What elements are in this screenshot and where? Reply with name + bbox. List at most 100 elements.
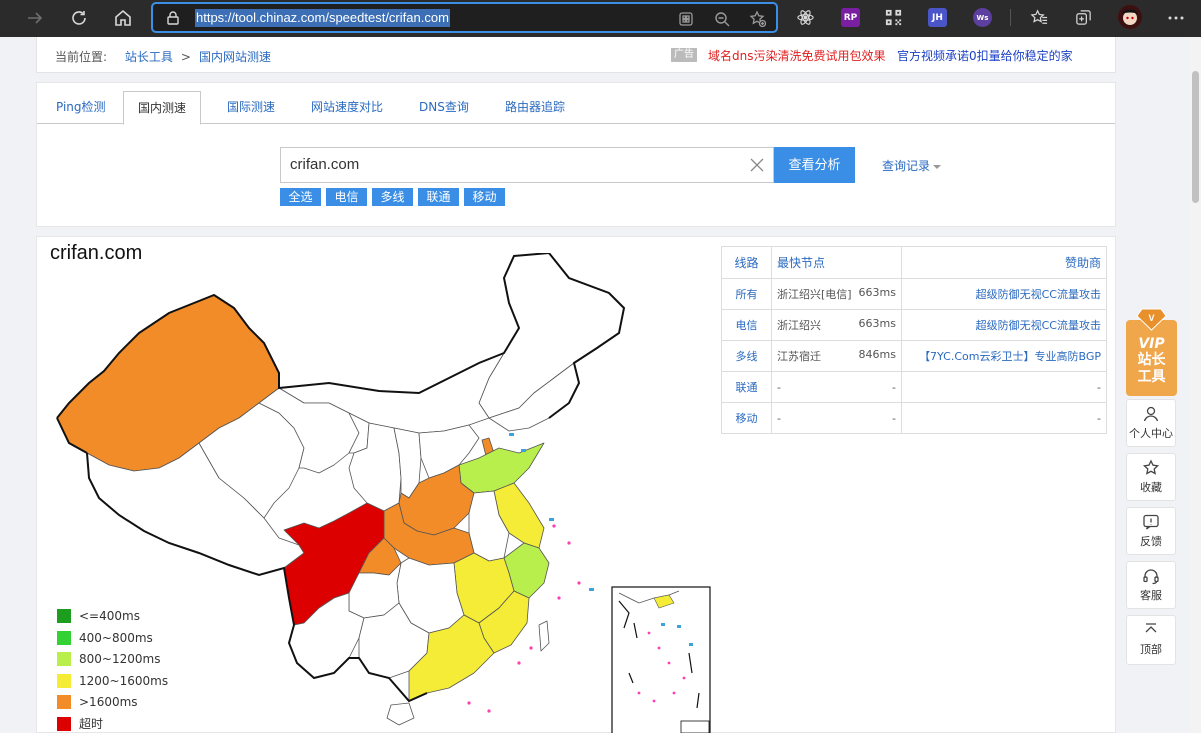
row-node: -- [771, 371, 902, 403]
reload-icon[interactable] [68, 7, 90, 29]
node-name: 浙江绍兴 [777, 319, 821, 332]
node-ms: - [892, 411, 896, 425]
breadcrumb-home-link[interactable]: 站长工具 [125, 50, 173, 64]
legend-swatch [57, 609, 71, 623]
table-row: 联通 -- - [721, 371, 1107, 403]
row-line[interactable]: 移动 [721, 402, 772, 434]
legend-item: 1200~1600ms [57, 673, 169, 696]
collections-icon[interactable] [1074, 8, 1093, 27]
tab-traceroute[interactable]: 路由器追踪 [491, 91, 579, 124]
vip-letter: V [1148, 313, 1154, 323]
rp-extension-icon[interactable]: RP [841, 8, 860, 27]
chip-select-all[interactable]: 全选 [280, 188, 321, 206]
row-sponsor: - [901, 402, 1107, 434]
zoom-out-icon[interactable] [713, 10, 731, 28]
speedtest-tool-panel: Ping检测 国内测速 国际测速 网站速度对比 DNS查询 路由器追踪 crif… [36, 82, 1116, 227]
breadcrumb-prefix: 当前位置: [55, 50, 108, 64]
row-sponsor-link[interactable]: 【7YC.Com云彩卫士】专业高防BGP [901, 340, 1107, 372]
tab-dns-query[interactable]: DNS查询 [405, 91, 483, 124]
chip-mobile[interactable]: 移动 [464, 188, 505, 206]
fastest-node-table: 线路 最快节点 赞助商 所有 浙江绍兴[电信] 663ms 超级防御无视CC流量攻… [721, 246, 1107, 434]
table-row: 移动 -- - [721, 402, 1107, 434]
row-line[interactable]: 联通 [721, 371, 772, 403]
tab-ping[interactable]: Ping检测 [42, 91, 120, 124]
row-line[interactable]: 多线 [721, 340, 772, 372]
page-scrollbar[interactable] [1190, 37, 1201, 733]
react-devtools-icon[interactable] [796, 8, 815, 27]
feedback-label: 反馈 [1140, 535, 1162, 548]
node-ms: 846ms [858, 348, 896, 361]
chip-telecom[interactable]: 电信 [326, 188, 367, 206]
node-name: 浙江绍兴[电信] [777, 288, 852, 301]
qr-code-icon[interactable] [884, 8, 903, 27]
clear-input-icon[interactable] [748, 156, 766, 174]
headset-icon [1143, 569, 1159, 585]
row-line[interactable]: 电信 [721, 309, 772, 341]
ad-link-video[interactable]: 官方视频承诺0扣量给你稳定的家 [897, 47, 1073, 64]
query-history-dropdown[interactable]: 查询记录 [882, 157, 942, 174]
favorite-button[interactable]: 收藏 [1126, 453, 1176, 501]
south-china-sea-inset [611, 586, 711, 733]
legend-label: 超时 [79, 716, 104, 731]
legend-label: 1200~1600ms [79, 673, 169, 688]
profile-avatar[interactable] [1118, 5, 1142, 29]
address-bar[interactable]: https://tool.chinaz.com/speedtest/crifan… [151, 2, 778, 33]
scrollbar-thumb[interactable] [1192, 71, 1199, 203]
row-node: 浙江绍兴[电信] 663ms [771, 278, 902, 310]
jh-extension-icon[interactable]: JH [928, 8, 947, 27]
tab-speed-compare[interactable]: 网站速度对比 [297, 91, 397, 124]
favorite-label: 收藏 [1140, 481, 1162, 494]
user-center-label: 个人中心 [1129, 427, 1173, 440]
feedback-button[interactable]: 反馈 [1126, 507, 1176, 555]
row-line[interactable]: 所有 [721, 278, 772, 310]
customer-service-button[interactable]: 客服 [1126, 561, 1176, 609]
legend-item: 400~800ms [57, 630, 168, 653]
app-grid-icon[interactable] [677, 10, 695, 28]
chevron-down-icon [933, 164, 942, 169]
legend-swatch [57, 673, 71, 688]
ad-link-dns[interactable]: 域名dns污染清洗免费试用包效果 [708, 47, 885, 64]
legend-item: 超时 [57, 716, 168, 733]
more-options-icon[interactable] [1165, 7, 1187, 29]
legend-swatch [57, 652, 71, 667]
vip-top-text: VIP [1138, 336, 1165, 352]
user-icon [1143, 406, 1159, 422]
favorites-icon[interactable] [1030, 8, 1049, 27]
tab-domestic-speed[interactable]: 国内测速 [123, 91, 202, 125]
chip-unicom[interactable]: 联通 [418, 188, 459, 206]
domain-search-input[interactable]: crifan.com [280, 147, 774, 183]
row-sponsor-link[interactable]: 超级防御无视CC流量攻击 [901, 278, 1107, 310]
analyze-button[interactable]: 查看分析 [774, 147, 855, 183]
chip-multiline[interactable]: 多线 [372, 188, 413, 206]
query-history-label: 查询记录 [882, 159, 931, 173]
ws-extension-icon[interactable]: Ws [973, 8, 992, 27]
feedback-icon [1143, 514, 1159, 530]
vip-badge[interactable]: V VIP 站长 工具 [1126, 306, 1177, 396]
legend-swatch [57, 716, 71, 731]
url-text[interactable]: https://tool.chinaz.com/speedtest/crifan… [195, 9, 450, 27]
legend-item: <=400ms [57, 609, 168, 631]
node-ms: 663ms [858, 317, 896, 330]
col-header-fastest-node: 最快节点 [771, 246, 902, 279]
jh-extension-label: JH [932, 12, 943, 23]
add-favorite-icon[interactable] [749, 10, 767, 28]
table-header-row: 线路 最快节点 赞助商 [721, 246, 1107, 279]
back-to-top-button[interactable]: 顶部 [1126, 615, 1176, 665]
customer-service-label: 客服 [1140, 589, 1162, 602]
forward-arrow-icon[interactable] [24, 7, 46, 29]
breadcrumb-bar: 当前位置: 站长工具 > 国内网站测速 广告 域名dns污染清洗免费试用包效果 官方… [36, 37, 1116, 73]
breadcrumb-current-link[interactable]: 国内网站测速 [199, 50, 271, 64]
row-node: 浙江绍兴 663ms [771, 309, 902, 341]
node-name: - [777, 411, 781, 425]
legend-label: <=400ms [79, 609, 140, 623]
user-center-button[interactable]: 个人中心 [1126, 399, 1176, 447]
node-name: 江苏宿迁 [777, 350, 821, 363]
row-sponsor: - [901, 371, 1107, 403]
table-row: 电信 浙江绍兴 663ms 超级防御无视CC流量攻击 [721, 309, 1107, 341]
home-icon[interactable] [112, 7, 134, 29]
vip-line2: 工具 [1138, 369, 1166, 385]
tab-international-speed[interactable]: 国际测速 [213, 91, 289, 124]
rp-extension-label: RP [843, 12, 858, 23]
row-sponsor-link[interactable]: 超级防御无视CC流量攻击 [901, 309, 1107, 341]
table-row: 多线 江苏宿迁 846ms 【7YC.Com云彩卫士】专业高防BGP [721, 340, 1107, 372]
